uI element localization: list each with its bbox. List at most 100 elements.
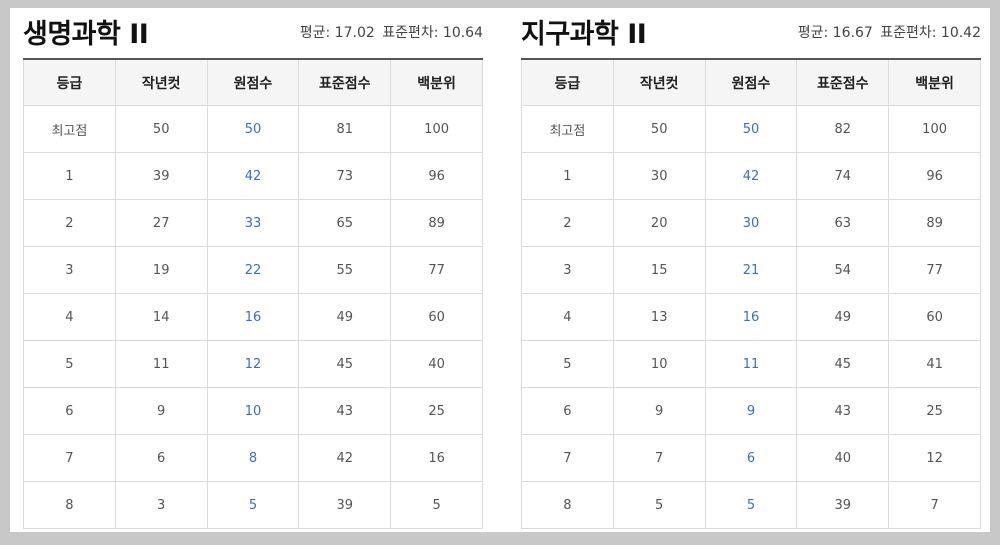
cell-raw-score: 5 <box>206 481 300 529</box>
table-row: 6 9 9 43 25 <box>521 387 981 435</box>
table-row: 6 9 10 43 25 <box>23 387 483 435</box>
cell-percentile: 25 <box>390 387 483 435</box>
grade-table: 등급 작년컷 원점수 표준점수 백분위 최고점 50 50 81 100 1 3 <box>23 58 483 529</box>
cell-grade: 4 <box>23 293 116 341</box>
cell-grade: 2 <box>23 199 116 247</box>
cell-grade: 8 <box>521 481 614 529</box>
cell-last-year-cut: 19 <box>114 246 208 294</box>
cell-percentile: 40 <box>390 340 483 388</box>
cell-grade: 8 <box>23 481 116 529</box>
table-row: 3 19 22 55 77 <box>23 246 483 294</box>
cell-standard-score: 49 <box>298 293 392 341</box>
cell-grade: 4 <box>521 293 614 341</box>
panel-stats: 평균: 17.02 표준편차: 10.64 <box>300 22 483 42</box>
table-row: 3 15 21 54 77 <box>521 246 981 294</box>
cell-grade: 6 <box>521 387 614 435</box>
cell-standard-score: 43 <box>796 387 890 435</box>
cell-grade: 3 <box>521 246 614 294</box>
cell-grade: 6 <box>23 387 116 435</box>
cell-standard-score: 55 <box>298 246 392 294</box>
cell-grade: 5 <box>23 340 116 388</box>
cell-percentile: 5 <box>390 481 483 529</box>
cell-grade: 최고점 <box>521 105 614 153</box>
cell-percentile: 12 <box>888 434 981 482</box>
cell-last-year-cut: 27 <box>114 199 208 247</box>
cell-grade: 2 <box>521 199 614 247</box>
panel-earth-science-2: 지구과학 II 평균: 16.67 표준편차: 10.42 등급 작년컷 원점수… <box>521 8 981 529</box>
cell-last-year-cut: 30 <box>612 152 706 200</box>
table-row: 7 6 8 42 16 <box>23 434 483 482</box>
cell-standard-score: 42 <box>298 434 392 482</box>
cell-raw-score: 30 <box>704 199 798 247</box>
cell-raw-score: 11 <box>704 340 798 388</box>
cell-percentile: 60 <box>888 293 981 341</box>
cell-standard-score: 45 <box>298 340 392 388</box>
cell-standard-score: 54 <box>796 246 890 294</box>
column-header-grade: 등급 <box>23 58 116 106</box>
cell-standard-score: 81 <box>298 105 392 153</box>
cell-raw-score: 8 <box>206 434 300 482</box>
stat-std: 표준편차: 10.64 <box>382 25 483 41</box>
cell-percentile: 96 <box>390 152 483 200</box>
table-row: 4 14 16 49 60 <box>23 293 483 341</box>
cell-standard-score: 74 <box>796 152 890 200</box>
table-row: 최고점 50 50 81 100 <box>23 105 483 153</box>
table-row: 1 30 42 74 96 <box>521 152 981 200</box>
cell-percentile: 100 <box>390 105 483 153</box>
panel-title: 생명과학 II <box>23 19 149 50</box>
stat-mean: 평균: 16.67 <box>797 25 873 41</box>
cell-last-year-cut: 50 <box>114 105 208 153</box>
table-row: 8 3 5 39 5 <box>23 481 483 529</box>
cell-grade: 최고점 <box>23 105 116 153</box>
table-row: 2 20 30 63 89 <box>521 199 981 247</box>
stat-mean: 평균: 17.02 <box>299 25 375 41</box>
cell-raw-score: 50 <box>206 105 300 153</box>
cell-last-year-cut: 5 <box>612 481 706 529</box>
table-header-row: 등급 작년컷 원점수 표준점수 백분위 <box>23 58 483 106</box>
column-header-standard-score: 표준점수 <box>298 58 392 106</box>
panel-header: 지구과학 II 평균: 16.67 표준편차: 10.42 <box>521 8 981 58</box>
cell-percentile: 89 <box>390 199 483 247</box>
cell-grade: 1 <box>521 152 614 200</box>
column-header-percentile: 백분위 <box>390 58 483 106</box>
cell-raw-score: 6 <box>704 434 798 482</box>
table-row: 1 39 42 73 96 <box>23 152 483 200</box>
cell-grade: 5 <box>521 340 614 388</box>
cell-last-year-cut: 14 <box>114 293 208 341</box>
column-header-percentile: 백분위 <box>888 58 981 106</box>
cell-percentile: 7 <box>888 481 981 529</box>
cell-standard-score: 65 <box>298 199 392 247</box>
cell-percentile: 25 <box>888 387 981 435</box>
table-row: 5 10 11 45 41 <box>521 340 981 388</box>
cell-raw-score: 10 <box>206 387 300 435</box>
cell-raw-score: 42 <box>704 152 798 200</box>
cell-grade: 1 <box>23 152 116 200</box>
cell-raw-score: 50 <box>704 105 798 153</box>
cell-standard-score: 43 <box>298 387 392 435</box>
cell-standard-score: 39 <box>298 481 392 529</box>
cell-grade: 3 <box>23 246 116 294</box>
column-header-last-year-cut: 작년컷 <box>114 58 208 106</box>
column-header-raw-score: 원점수 <box>206 58 300 106</box>
cell-last-year-cut: 11 <box>114 340 208 388</box>
cell-last-year-cut: 7 <box>612 434 706 482</box>
panel-header: 생명과학 II 평균: 17.02 표준편차: 10.64 <box>23 8 483 58</box>
cell-raw-score: 16 <box>206 293 300 341</box>
panel-title: 지구과학 II <box>521 19 647 50</box>
cell-raw-score: 12 <box>206 340 300 388</box>
cell-percentile: 89 <box>888 199 981 247</box>
cell-percentile: 16 <box>390 434 483 482</box>
cell-grade: 7 <box>23 434 116 482</box>
stat-std: 표준편차: 10.42 <box>880 25 981 41</box>
panel-stats: 평균: 16.67 표준편차: 10.42 <box>798 22 981 42</box>
cell-standard-score: 49 <box>796 293 890 341</box>
cell-last-year-cut: 15 <box>612 246 706 294</box>
cell-last-year-cut: 3 <box>114 481 208 529</box>
cell-raw-score: 5 <box>704 481 798 529</box>
cell-raw-score: 22 <box>206 246 300 294</box>
cell-last-year-cut: 20 <box>612 199 706 247</box>
table-row: 8 5 5 39 7 <box>521 481 981 529</box>
cell-raw-score: 42 <box>206 152 300 200</box>
cell-percentile: 41 <box>888 340 981 388</box>
cell-percentile: 100 <box>888 105 981 153</box>
